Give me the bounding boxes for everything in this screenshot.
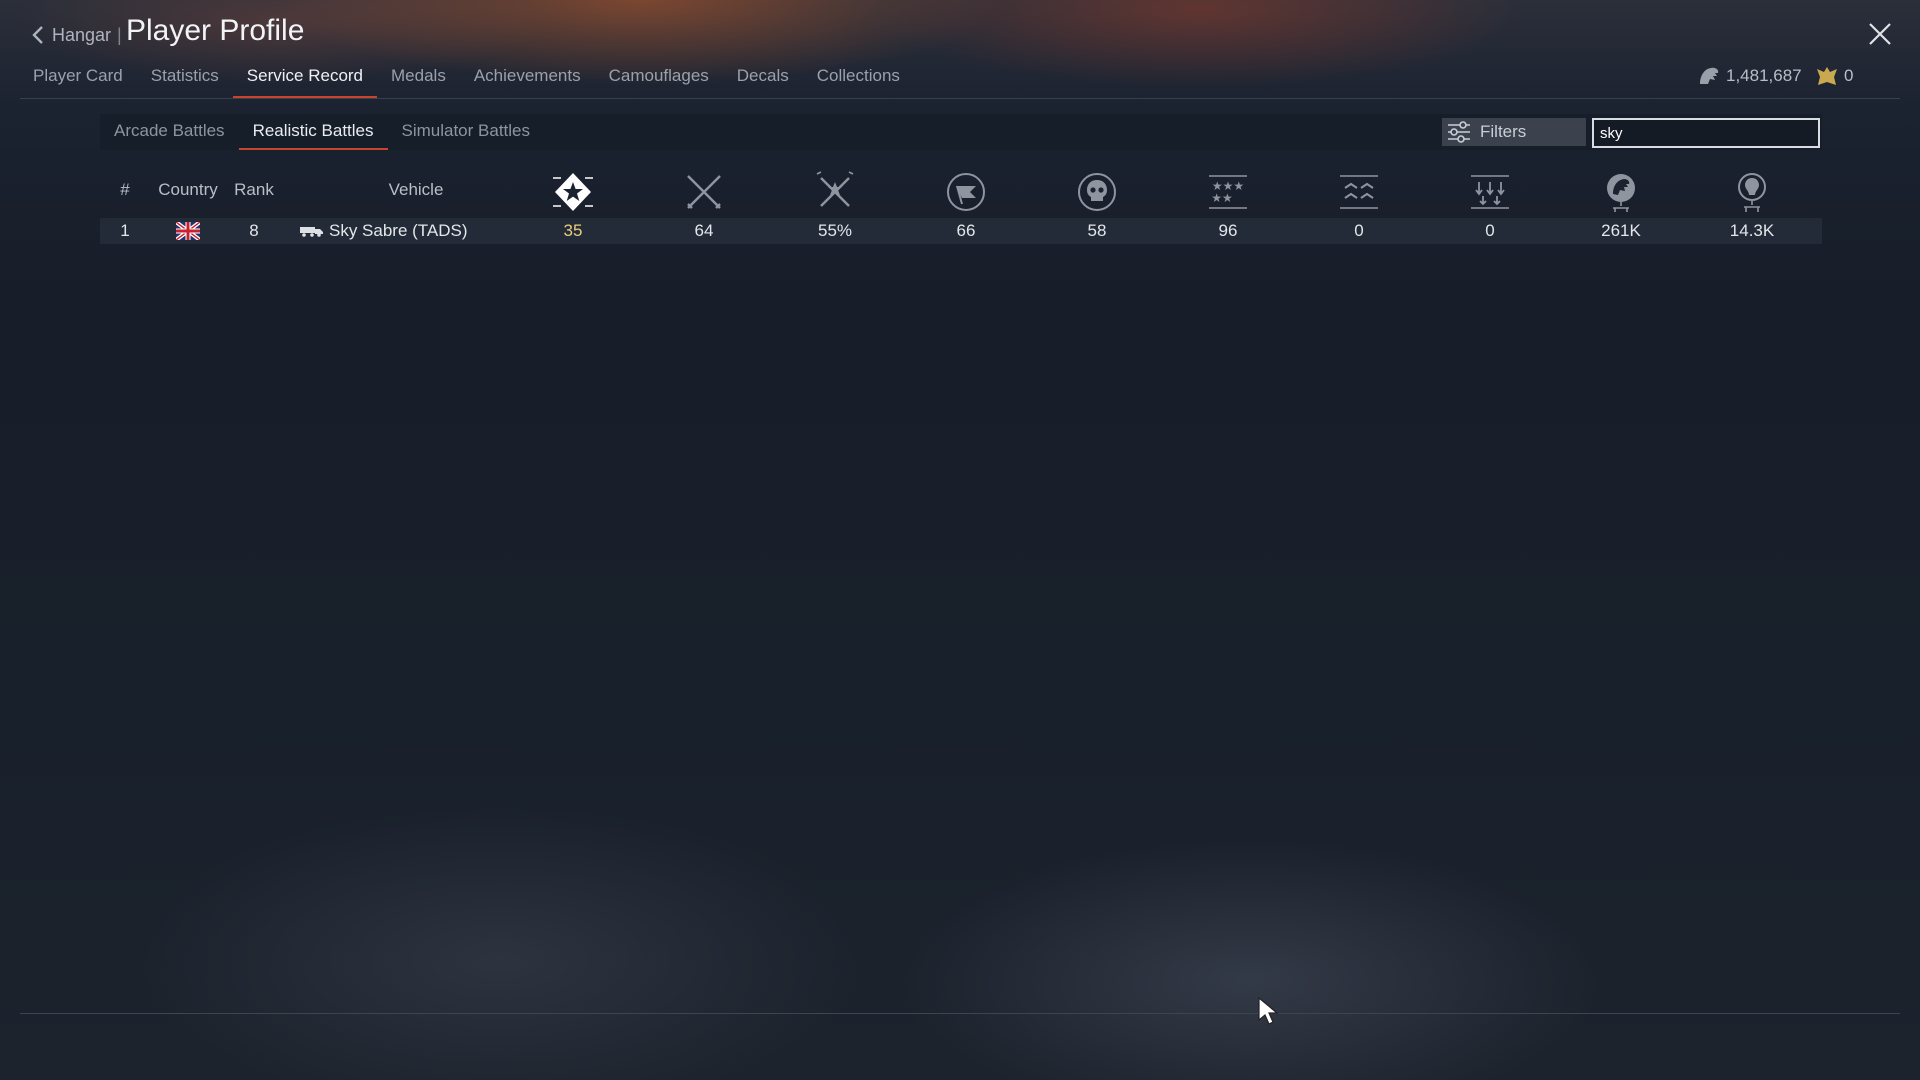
win-rate-icon[interactable] xyxy=(813,170,857,214)
rating-star-icon[interactable] xyxy=(551,170,595,214)
research-points-icon[interactable] xyxy=(1730,170,1774,214)
stat-cell: 58 xyxy=(1087,221,1107,240)
uk-flag-icon xyxy=(176,222,200,240)
golden-eagles-icon xyxy=(1817,67,1837,85)
tab-decals[interactable]: Decals xyxy=(723,62,803,98)
battles-swords-icon[interactable] xyxy=(682,170,726,214)
stat-cell: 35 xyxy=(563,221,583,240)
tab-medals[interactable]: Medals xyxy=(377,62,460,98)
stat-cell: 0 xyxy=(1485,221,1495,240)
mode-bar: Arcade Battles Realistic Battles Simulat… xyxy=(100,114,1822,150)
stat-cell: 96 xyxy=(1218,221,1238,240)
row-rank: 8 xyxy=(249,221,259,240)
vehicle-search-input[interactable] xyxy=(1592,118,1820,148)
silver-lions-amount: 1,481,687 xyxy=(1726,66,1802,85)
column-index[interactable]: # xyxy=(120,180,129,200)
tab-collections[interactable]: Collections xyxy=(803,62,914,98)
stars-icon[interactable]: ★★★ ★★ xyxy=(1206,170,1250,214)
stat-cell: 64 xyxy=(694,221,714,240)
column-rank[interactable]: Rank xyxy=(234,180,274,200)
golden-eagles-balance: 0 xyxy=(1814,64,1853,88)
filters-button[interactable]: Filters xyxy=(1442,118,1586,146)
stat-cell: 14.3K xyxy=(1729,221,1775,240)
flag-capture-icon[interactable] xyxy=(944,170,988,214)
tab-arcade-battles[interactable]: Arcade Battles xyxy=(100,114,239,150)
silver-lions-balance: 1,481,687 xyxy=(1696,64,1802,88)
filters-sliders-icon xyxy=(1448,121,1470,143)
tab-statistics[interactable]: Statistics xyxy=(137,62,233,98)
filters-label: Filters xyxy=(1480,122,1527,141)
tab-realistic-battles[interactable]: Realistic Battles xyxy=(238,114,388,150)
silver-lions-icon[interactable] xyxy=(1599,170,1643,214)
mouse-cursor-icon xyxy=(1258,996,1279,1025)
footer-divider xyxy=(20,1013,1900,1014)
ground-kills-icon[interactable] xyxy=(1468,170,1512,214)
stat-cell: 261K xyxy=(1601,221,1641,240)
tab-service-record[interactable]: Service Record xyxy=(232,62,378,98)
page-title: Player Profile xyxy=(126,14,305,47)
column-country[interactable]: Country xyxy=(158,180,218,200)
chevron-left-icon xyxy=(32,26,43,44)
air-kills-icon[interactable] xyxy=(1337,170,1381,214)
tab-simulator-battles[interactable]: Simulator Battles xyxy=(388,114,545,150)
deaths-skull-icon[interactable] xyxy=(1075,170,1119,214)
header-divider xyxy=(20,98,1900,99)
silver-lions-icon xyxy=(1700,67,1719,84)
header: Hangar | Player Profile Player Card Stat… xyxy=(0,0,1920,100)
stat-cell: 66 xyxy=(956,221,976,240)
main-tabs: Player Card Statistics Service Record Me… xyxy=(19,62,914,98)
stat-cell: 55% xyxy=(817,221,853,240)
table-row[interactable]: 1 8 Sky Sabre (TADS) 35 64 55% 66 58 96 … xyxy=(100,218,1822,244)
close-icon[interactable] xyxy=(1866,20,1894,48)
mode-tabs: Arcade Battles Realistic Battles Simulat… xyxy=(100,114,544,150)
golden-eagles-amount: 0 xyxy=(1844,66,1854,85)
row-vehicle-name: Sky Sabre (TADS) xyxy=(329,221,468,240)
column-vehicle[interactable]: Vehicle xyxy=(389,180,444,200)
table-header: # Country Rank Vehicle ★★★ ★★ xyxy=(100,164,1822,214)
svg-text:★★: ★★ xyxy=(1211,191,1233,205)
tab-player-card[interactable]: Player Card xyxy=(19,62,137,98)
tab-camouflages[interactable]: Camouflages xyxy=(595,62,723,98)
tab-achievements[interactable]: Achievements xyxy=(460,62,595,98)
row-index: 1 xyxy=(120,221,130,240)
back-label: Hangar xyxy=(52,24,112,45)
vehicle-truck-icon xyxy=(300,227,323,237)
breadcrumb-separator: | xyxy=(117,24,122,45)
back-to-hangar-button[interactable]: Hangar | xyxy=(32,20,130,50)
stat-cell: 0 xyxy=(1354,221,1364,240)
